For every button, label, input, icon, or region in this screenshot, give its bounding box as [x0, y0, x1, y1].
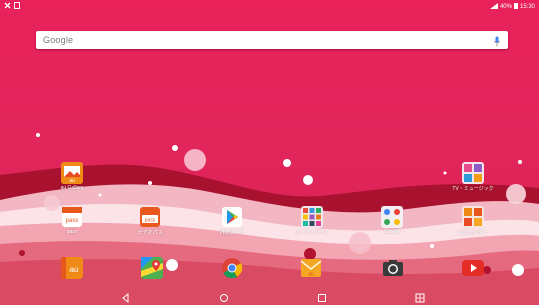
svg-text:pass: pass [66, 218, 79, 224]
app-google-folder[interactable]: Google [360, 206, 424, 235]
google-folder-icon [381, 206, 403, 228]
au-app-icon[interactable]: au [61, 257, 83, 279]
app-video-pass[interactable]: pass ビデオパス [118, 206, 182, 236]
mic-icon[interactable] [494, 34, 500, 52]
au-folder-icon [462, 206, 484, 228]
google-search-bar[interactable]: Google [36, 31, 508, 49]
app-pass[interactable]: pass pass [40, 206, 104, 235]
app-label: ビデオパス [137, 230, 163, 236]
clock: 15:30 [519, 4, 535, 10]
svg-text:au: au [70, 265, 79, 274]
app-label: Playストア [219, 230, 245, 236]
app-au-folder[interactable]: auフォルダー [441, 206, 505, 236]
app-label: Google [383, 229, 401, 235]
tv-music-folder-icon [462, 162, 484, 184]
status-bar: 40% 15:30 [0, 0, 539, 14]
svg-text:au: au [308, 272, 314, 278]
svg-text:au: au [69, 178, 75, 184]
google-logo: Google [43, 35, 74, 45]
app-label: auフォルダー [457, 230, 489, 236]
close-notification-icon [4, 2, 11, 11]
app-au-gallery[interactable]: au au Gallery [40, 162, 104, 191]
email-icon[interactable]: au [300, 257, 322, 279]
maps-icon[interactable] [141, 257, 163, 279]
app-tv-music-folder[interactable]: TV・ミュージック [441, 162, 505, 192]
youtube-icon[interactable] [462, 257, 484, 279]
multi-window-icon[interactable] [414, 291, 426, 303]
recent-apps-icon[interactable] [316, 291, 328, 303]
app-label: pass [66, 229, 78, 235]
home-icon[interactable] [218, 291, 230, 303]
app-label: au Gallery [60, 185, 84, 191]
app-utility-folder[interactable]: ユーティリティ [280, 206, 344, 236]
svg-text:pass: pass [145, 218, 156, 224]
app-label: TV・ミュージック [452, 186, 494, 192]
navigation-bar [0, 288, 539, 305]
signal-icon [489, 3, 498, 11]
play-store-icon [221, 206, 243, 228]
app-play-store[interactable]: Playストア [200, 206, 264, 236]
utility-folder-icon [301, 206, 323, 228]
home-screen: 40% 15:30 Google au au Gallery TV・ミュージック… [0, 0, 539, 305]
battery-icon [513, 3, 518, 11]
video-pass-icon: pass [139, 206, 161, 228]
back-icon[interactable] [120, 291, 132, 304]
camera-icon[interactable] [382, 257, 404, 279]
chrome-icon[interactable] [221, 257, 243, 279]
battery-percent: 40% [499, 4, 512, 10]
app-label: ユーティリティ [294, 230, 330, 236]
sim-icon [14, 2, 20, 11]
au-pass-icon: pass [61, 206, 83, 228]
au-gallery-icon: au [61, 162, 83, 184]
